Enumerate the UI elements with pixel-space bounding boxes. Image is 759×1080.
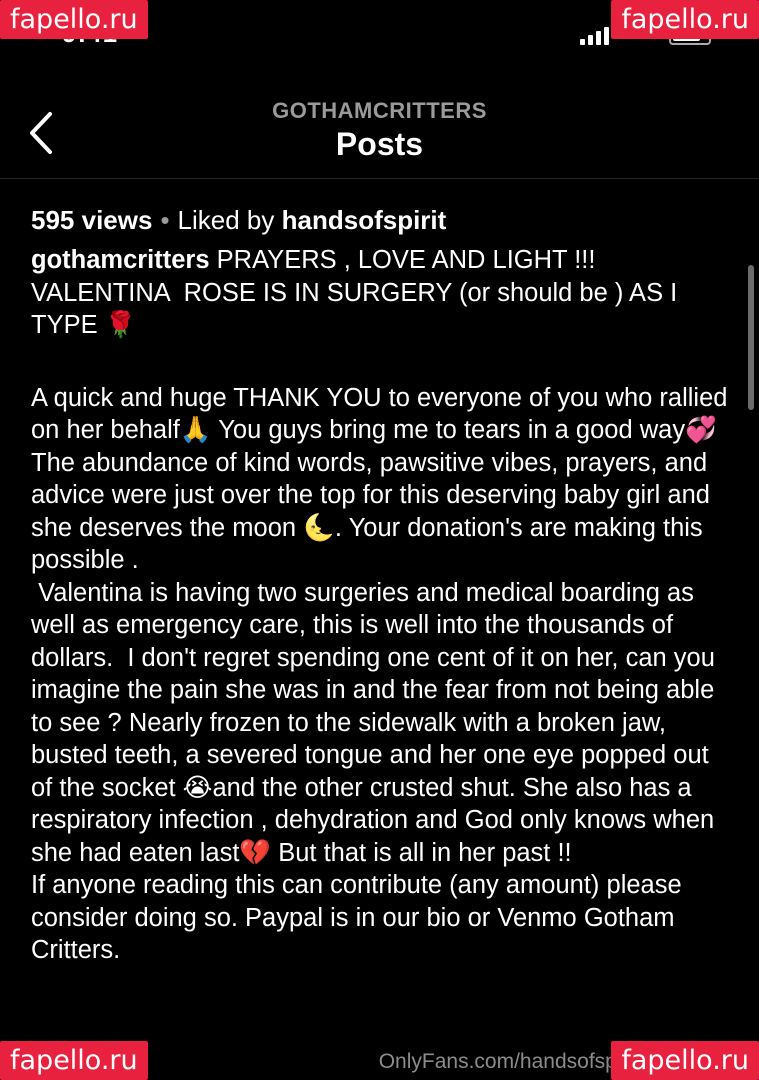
watermark-label: fapello.ru (611, 1041, 759, 1080)
caption-first: gothamcritters PRAYERS , LOVE AND LIGHT … (31, 244, 731, 342)
watermark-label: fapello.ru (0, 1041, 148, 1080)
watermark-label: fapello.ru (0, 0, 148, 39)
caption-paragraph: If anyone reading this can contribute (a… (31, 871, 689, 964)
scrollbar[interactable] (748, 265, 754, 410)
caption-username[interactable]: gothamcritters (31, 246, 210, 274)
post-meta: 595 views • Liked by handsofspirit (31, 200, 731, 240)
view-count[interactable]: 595 views (31, 205, 152, 235)
liked-by-user[interactable]: handsofspirit (282, 205, 447, 235)
onlyfans-watermark: OnlyFans.com/handsofspirit (378, 1050, 639, 1073)
watermark-label: fapello.ru (611, 0, 759, 39)
account-name[interactable]: GOTHAMCRITTERS (0, 98, 759, 124)
caption-paragraph: A quick and huge THANK YOU to everyone o… (31, 383, 735, 575)
caption-paragraph: Valentina is having two surgeries and me… (31, 578, 722, 867)
signal-icon (579, 27, 609, 45)
page-header: GOTHAMCRITTERS Posts (0, 88, 759, 179)
liked-by-prefix: Liked by (177, 205, 275, 235)
post-content: 595 views • Liked by handsofspirit gothamc… (31, 200, 731, 967)
separator-dot: • (160, 205, 170, 235)
page-title: Posts (335, 126, 424, 162)
